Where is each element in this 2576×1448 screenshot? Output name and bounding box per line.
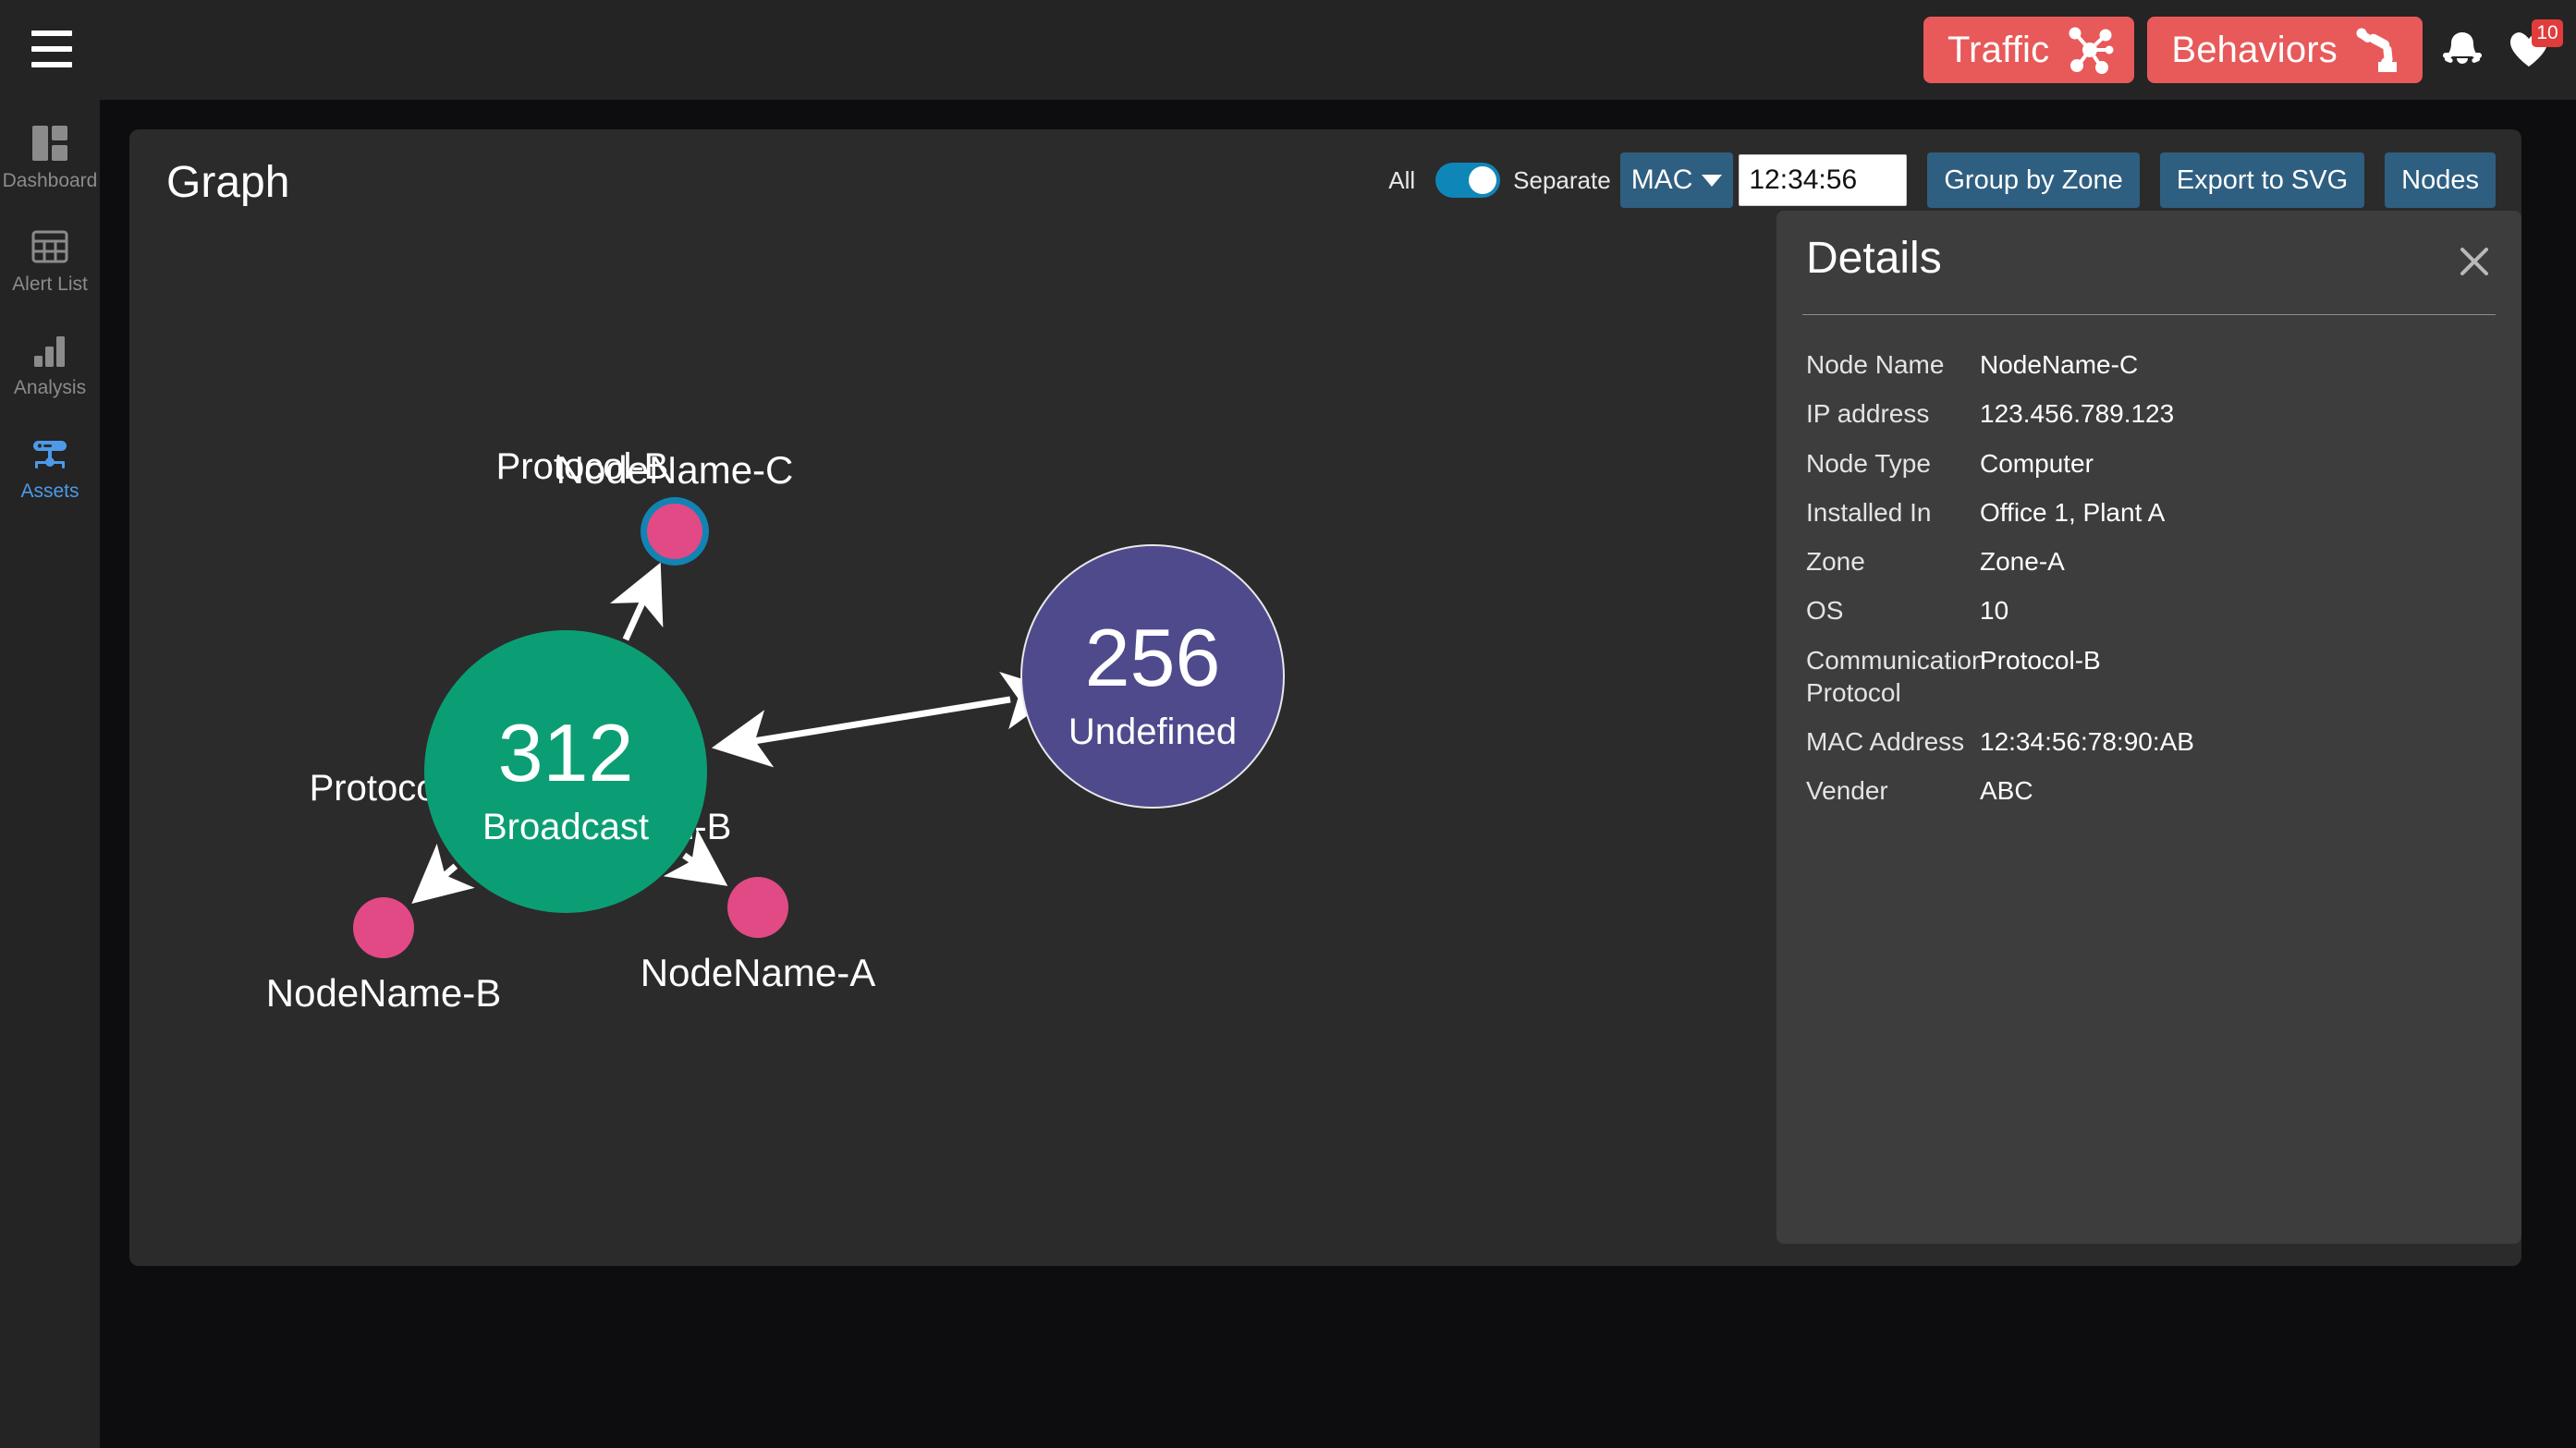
sidebar-item-alert-list[interactable]: Alert List: [0, 213, 100, 307]
details-row-key: OS: [1806, 596, 1844, 626]
close-icon[interactable]: [2453, 240, 2496, 283]
table-grid-icon: [30, 226, 70, 267]
separate-label: Separate: [1513, 166, 1611, 194]
details-row-value: Office 1, Plant A: [1980, 497, 2166, 527]
behaviors-button-label: Behaviors: [2171, 30, 2338, 70]
details-row-key: Node Name: [1806, 350, 1945, 379]
details-row-key: Installed In: [1806, 497, 1932, 527]
details-row-value: ABC: [1980, 776, 2033, 806]
graph-node-count: 312: [498, 707, 634, 798]
details-row-key: Communication Protocol: [1806, 645, 1986, 707]
heart-icon[interactable]: 10: [2502, 19, 2563, 79]
sidebar-item-label: Alert List: [12, 273, 88, 295]
details-row-value: 10: [1980, 596, 2009, 626]
time-input[interactable]: [1739, 154, 1908, 206]
group-by-zone-button[interactable]: Group by Zone: [1927, 152, 2140, 208]
details-panel: Details Node Name NodeName-C IP address 123…: [1776, 211, 2521, 1244]
details-row-value: 12:34:56:78:90:AB: [1980, 727, 2194, 757]
graph-node-label: NodeName-C: [556, 448, 794, 492]
details-list: Node Name NodeName-C IP address 123.456.789…: [1776, 315, 2521, 808]
graph-node-label: NodeName-B: [266, 971, 501, 1015]
mac-select[interactable]: MAC: [1619, 152, 1734, 208]
details-row: Communication Protocol Protocol-B: [1806, 644, 2521, 710]
details-title: Details: [1806, 234, 1942, 283]
robot-arm-icon: [2352, 24, 2404, 76]
graph-card: Graph All Separate MAC Group by Zone Exp…: [129, 129, 2521, 1266]
sidebar-item-label: Assets: [20, 480, 79, 502]
graph-node-label: Broadcast: [482, 807, 649, 847]
details-row-key: MAC Address: [1806, 727, 1965, 757]
details-row-key: Vender: [1806, 776, 1888, 806]
details-row: IP address 123.456.789.123: [1806, 397, 2521, 430]
app-root: Traffic Behaviors 10 Dashboard Alert Lis…: [0, 0, 2576, 1448]
graph-node[interactable]: NodeName-B: [266, 897, 501, 1015]
behaviors-button[interactable]: Behaviors: [2147, 17, 2423, 83]
separate-toggle[interactable]: [1435, 163, 1501, 198]
sidebar-item-label: Dashboard: [2, 169, 98, 191]
graph-node-count: 256: [1085, 612, 1221, 703]
graph-node[interactable]: NodeName-A: [641, 877, 875, 994]
details-row-value: NodeName-C: [1980, 350, 2139, 379]
nodes-button[interactable]: Nodes: [2385, 152, 2496, 208]
graph-node[interactable]: 312 Broadcast: [424, 630, 707, 913]
details-row-key: Zone: [1806, 547, 1865, 577]
sidebar-item-analysis[interactable]: Analysis: [0, 316, 100, 410]
details-row-value: Computer: [1980, 448, 2094, 478]
details-row-value: Zone-A: [1980, 547, 2065, 577]
heart-badge: 10: [2532, 19, 2563, 47]
all-label: All: [1388, 166, 1416, 194]
hamburger-bar: [31, 30, 72, 36]
header-actions: Traffic Behaviors 10: [1923, 15, 2563, 85]
details-row: Installed In Office 1, Plant A: [1806, 496, 2521, 529]
hamburger-bar: [31, 46, 72, 52]
details-row-key: IP address: [1806, 399, 1930, 429]
graph-edge: [609, 562, 664, 641]
network-graph-icon: [2064, 24, 2116, 76]
mac-select-value: MAC: [1630, 164, 1693, 195]
graph-node[interactable]: 256 Undefined: [1020, 544, 1285, 809]
traffic-button-label: Traffic: [1947, 30, 2050, 70]
details-row-key: Node Type: [1806, 448, 1931, 478]
details-row: OS 10: [1806, 594, 2521, 627]
details-row-value: 123.456.789.123: [1980, 399, 2175, 429]
network-assets-icon: [30, 433, 70, 474]
bell-icon[interactable]: [2436, 21, 2489, 79]
graph-toolbar: All Separate MAC Group by Zone Export to…: [1388, 150, 2496, 211]
sidebar-item-dashboard[interactable]: Dashboard: [0, 109, 100, 203]
sidebar-item-label: Analysis: [13, 376, 87, 398]
details-row-value: Protocol-B: [1980, 645, 2101, 675]
graph-node-label: Undefined: [1068, 712, 1237, 752]
sidebar-item-assets[interactable]: Assets: [0, 420, 100, 514]
hamburger-menu-icon[interactable]: [20, 20, 83, 78]
graph-nodes[interactable]: 312 Broadcast 256 Undefined NodeName-C NodeNa…: [266, 448, 1285, 1015]
graph-edge: [411, 844, 475, 904]
dashboard-grid-icon: [30, 123, 70, 164]
hamburger-bar: [31, 62, 72, 67]
top-bar: Traffic Behaviors 10: [0, 0, 2576, 100]
bar-chart-icon: [30, 330, 70, 371]
details-row: Node Type Computer: [1806, 447, 2521, 480]
sidebar: Dashboard Alert List Analysis Assets: [0, 100, 100, 1448]
graph-node-label: NodeName-A: [641, 951, 875, 994]
traffic-button[interactable]: Traffic: [1923, 17, 2135, 83]
details-row: Zone Zone-A: [1806, 545, 2521, 578]
graph-edge: [663, 828, 728, 886]
toggle-knob: [1469, 166, 1497, 194]
details-header: Details: [1776, 211, 2521, 314]
details-row: MAC Address 12:34:56:78:90:AB: [1806, 725, 2521, 758]
graph-edge: [711, 672, 1062, 768]
graph-node[interactable]: NodeName-C: [556, 448, 794, 566]
details-row: Node Name NodeName-C: [1806, 348, 2521, 381]
export-to-svg-button[interactable]: Export to SVG: [2159, 152, 2365, 208]
details-row: Vender ABC: [1806, 774, 2521, 807]
page-title: Graph: [166, 158, 290, 207]
chevron-down-icon: [1702, 174, 1723, 187]
